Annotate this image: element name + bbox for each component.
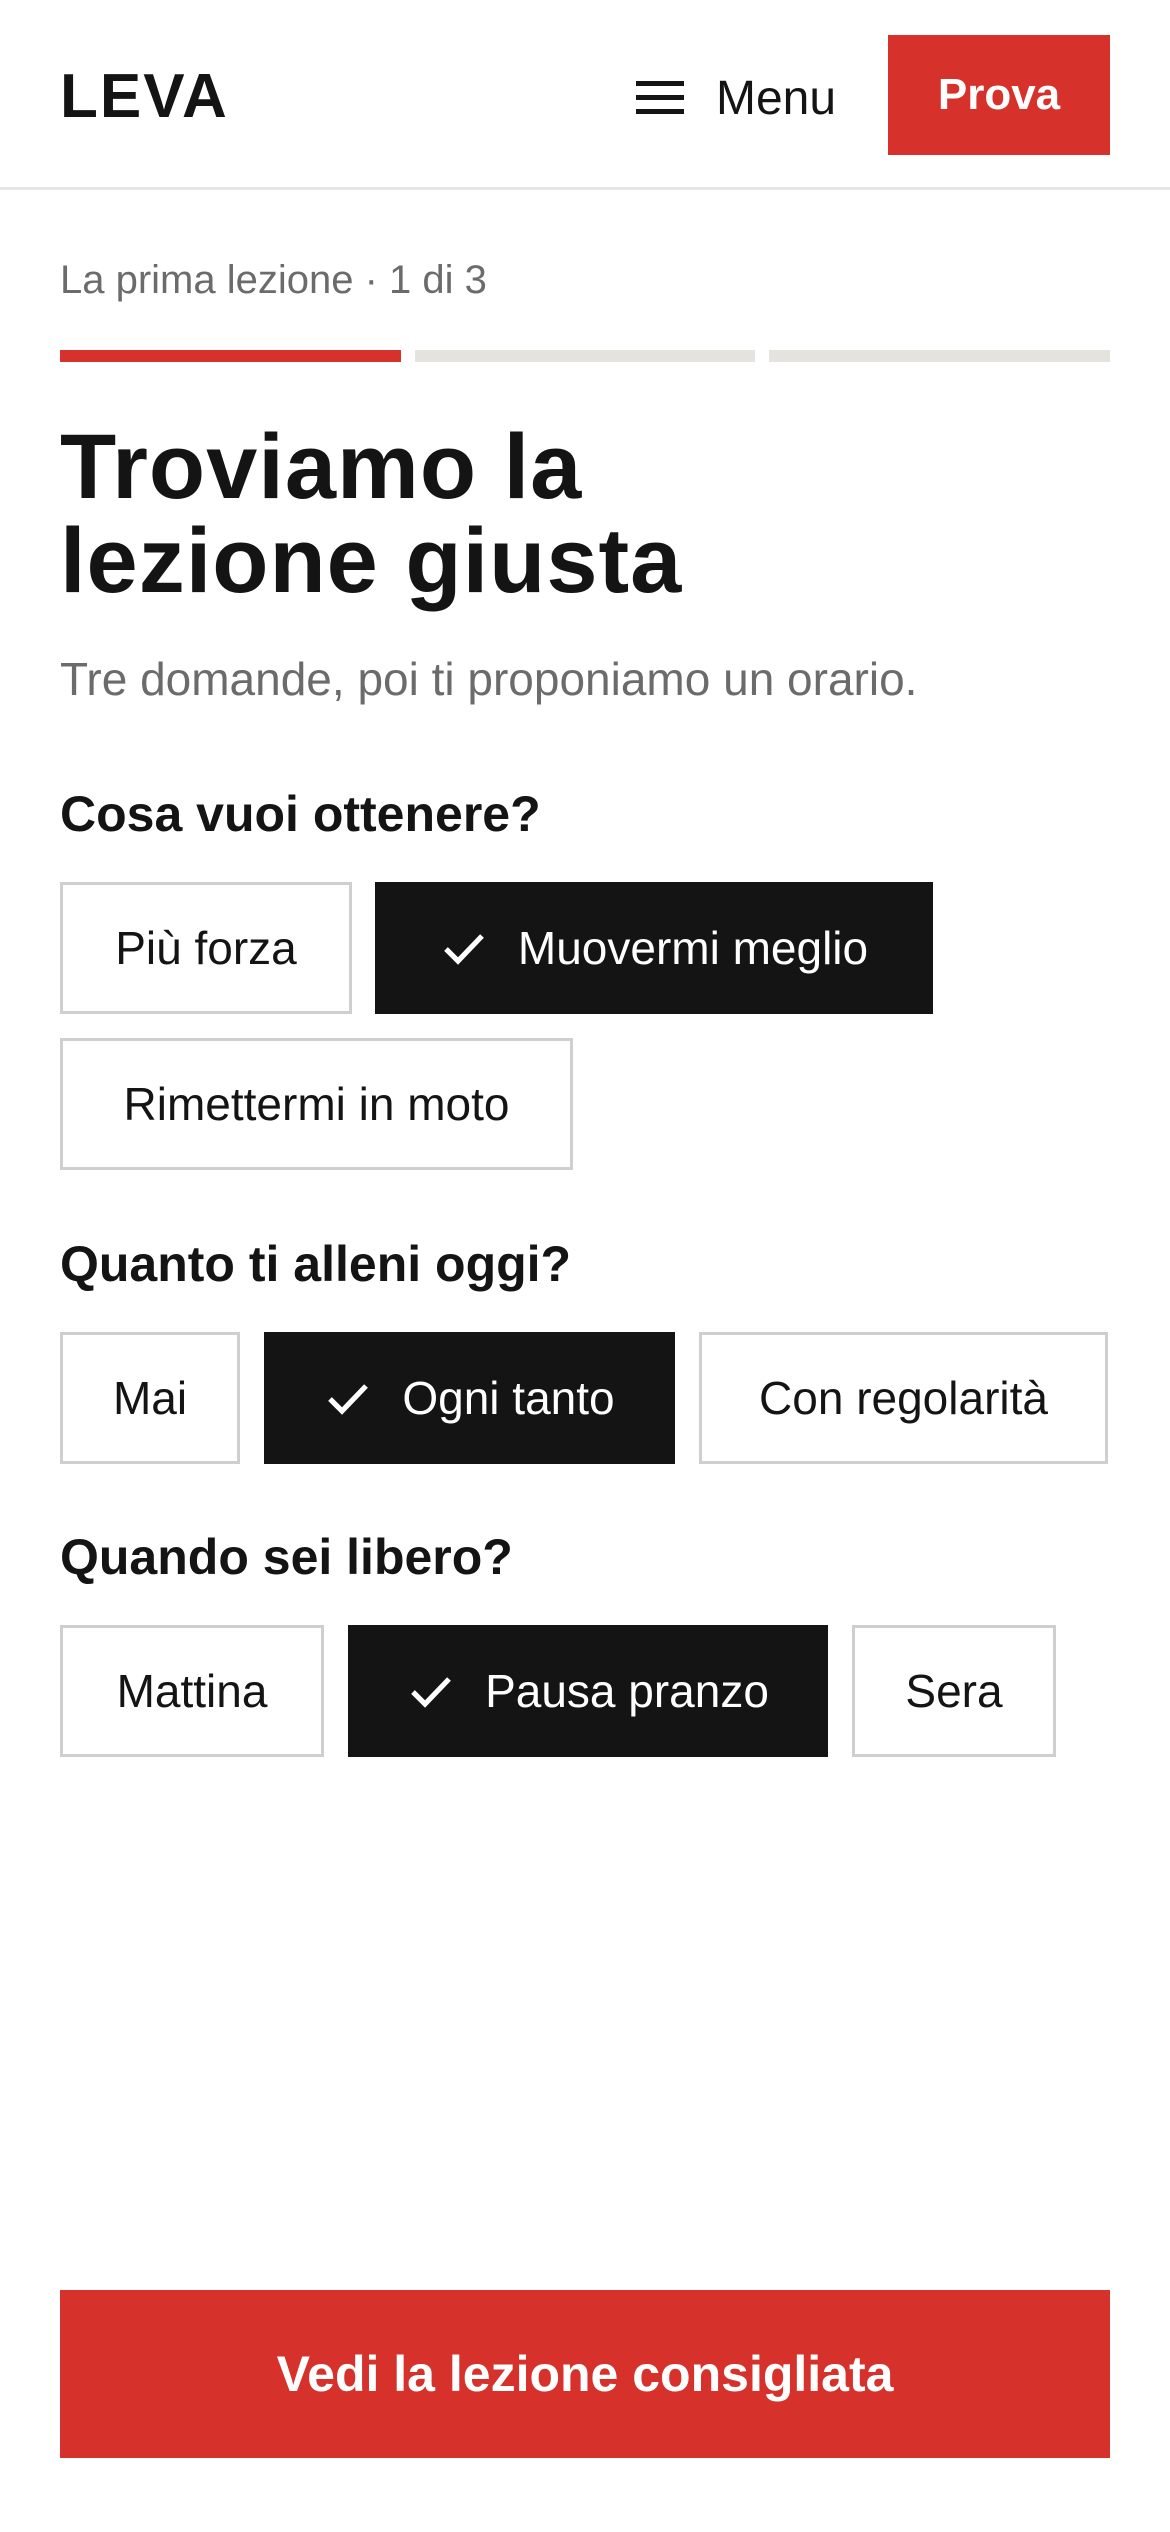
- option-label: Pausa pranzo: [485, 1665, 769, 1717]
- option-label: Più forza: [115, 922, 297, 974]
- progress-bar: [60, 350, 1111, 362]
- brand-logo[interactable]: LEVA: [60, 62, 229, 132]
- checkmark-icon: [328, 1384, 369, 1415]
- progress-segment-1: [60, 350, 401, 362]
- try-button[interactable]: Prova: [888, 35, 1110, 155]
- option-ogni-tanto[interactable]: Ogni tanto: [264, 1332, 675, 1464]
- page-title-line-1: Troviamo la: [60, 416, 583, 518]
- checkmark-icon: [411, 1677, 451, 1708]
- see-recommended-lesson-button[interactable]: Vedi la lezione consigliata: [60, 2290, 1110, 2458]
- option-label: Rimettermi in moto: [123, 1078, 510, 1130]
- checkmark-icon: [444, 934, 484, 965]
- question-frequency-label: Quanto ti alleni oggi?: [60, 1236, 572, 1292]
- option-label: Muovermi meglio: [517, 922, 869, 974]
- option-label: Mattina: [116, 1665, 268, 1717]
- option-label: Sera: [905, 1665, 1003, 1717]
- progress-segment-2: [414, 350, 756, 362]
- menu-button[interactable]: Menu: [636, 58, 836, 138]
- option-piu-forza[interactable]: Più forza: [60, 882, 352, 1014]
- option-muovermi-meglio[interactable]: Muovermi meglio: [375, 882, 933, 1014]
- option-label: Ogni tanto: [402, 1372, 615, 1424]
- app-header: LEVA Menu Prova: [0, 0, 1170, 190]
- page-title: Troviamo la lezione giusta: [60, 420, 1110, 608]
- question-availability-label: Quando sei libero?: [60, 1529, 513, 1585]
- option-rimettermi-in-moto[interactable]: Rimettermi in moto: [60, 1038, 573, 1170]
- option-label: Mai: [112, 1372, 188, 1424]
- option-mai[interactable]: Mai: [60, 1332, 240, 1464]
- option-sera[interactable]: Sera: [852, 1625, 1056, 1757]
- option-label: Con regolarità: [759, 1372, 1048, 1424]
- progress-segment-3: [769, 350, 1111, 362]
- menu-label: Menu: [716, 71, 837, 125]
- hamburger-icon: [636, 81, 686, 115]
- page-title-line-2: lezione giusta: [60, 510, 683, 612]
- question-goal-label: Cosa vuoi ottenere?: [60, 786, 541, 842]
- option-con-regolarita[interactable]: Con regolarità: [699, 1332, 1108, 1464]
- page-subtitle: Tre domande, poi ti proponiamo un orario…: [60, 653, 918, 705]
- option-mattina[interactable]: Mattina: [60, 1625, 324, 1757]
- step-indicator: La prima lezione · 1 di 3: [60, 258, 487, 302]
- option-pausa-pranzo[interactable]: Pausa pranzo: [348, 1625, 828, 1757]
